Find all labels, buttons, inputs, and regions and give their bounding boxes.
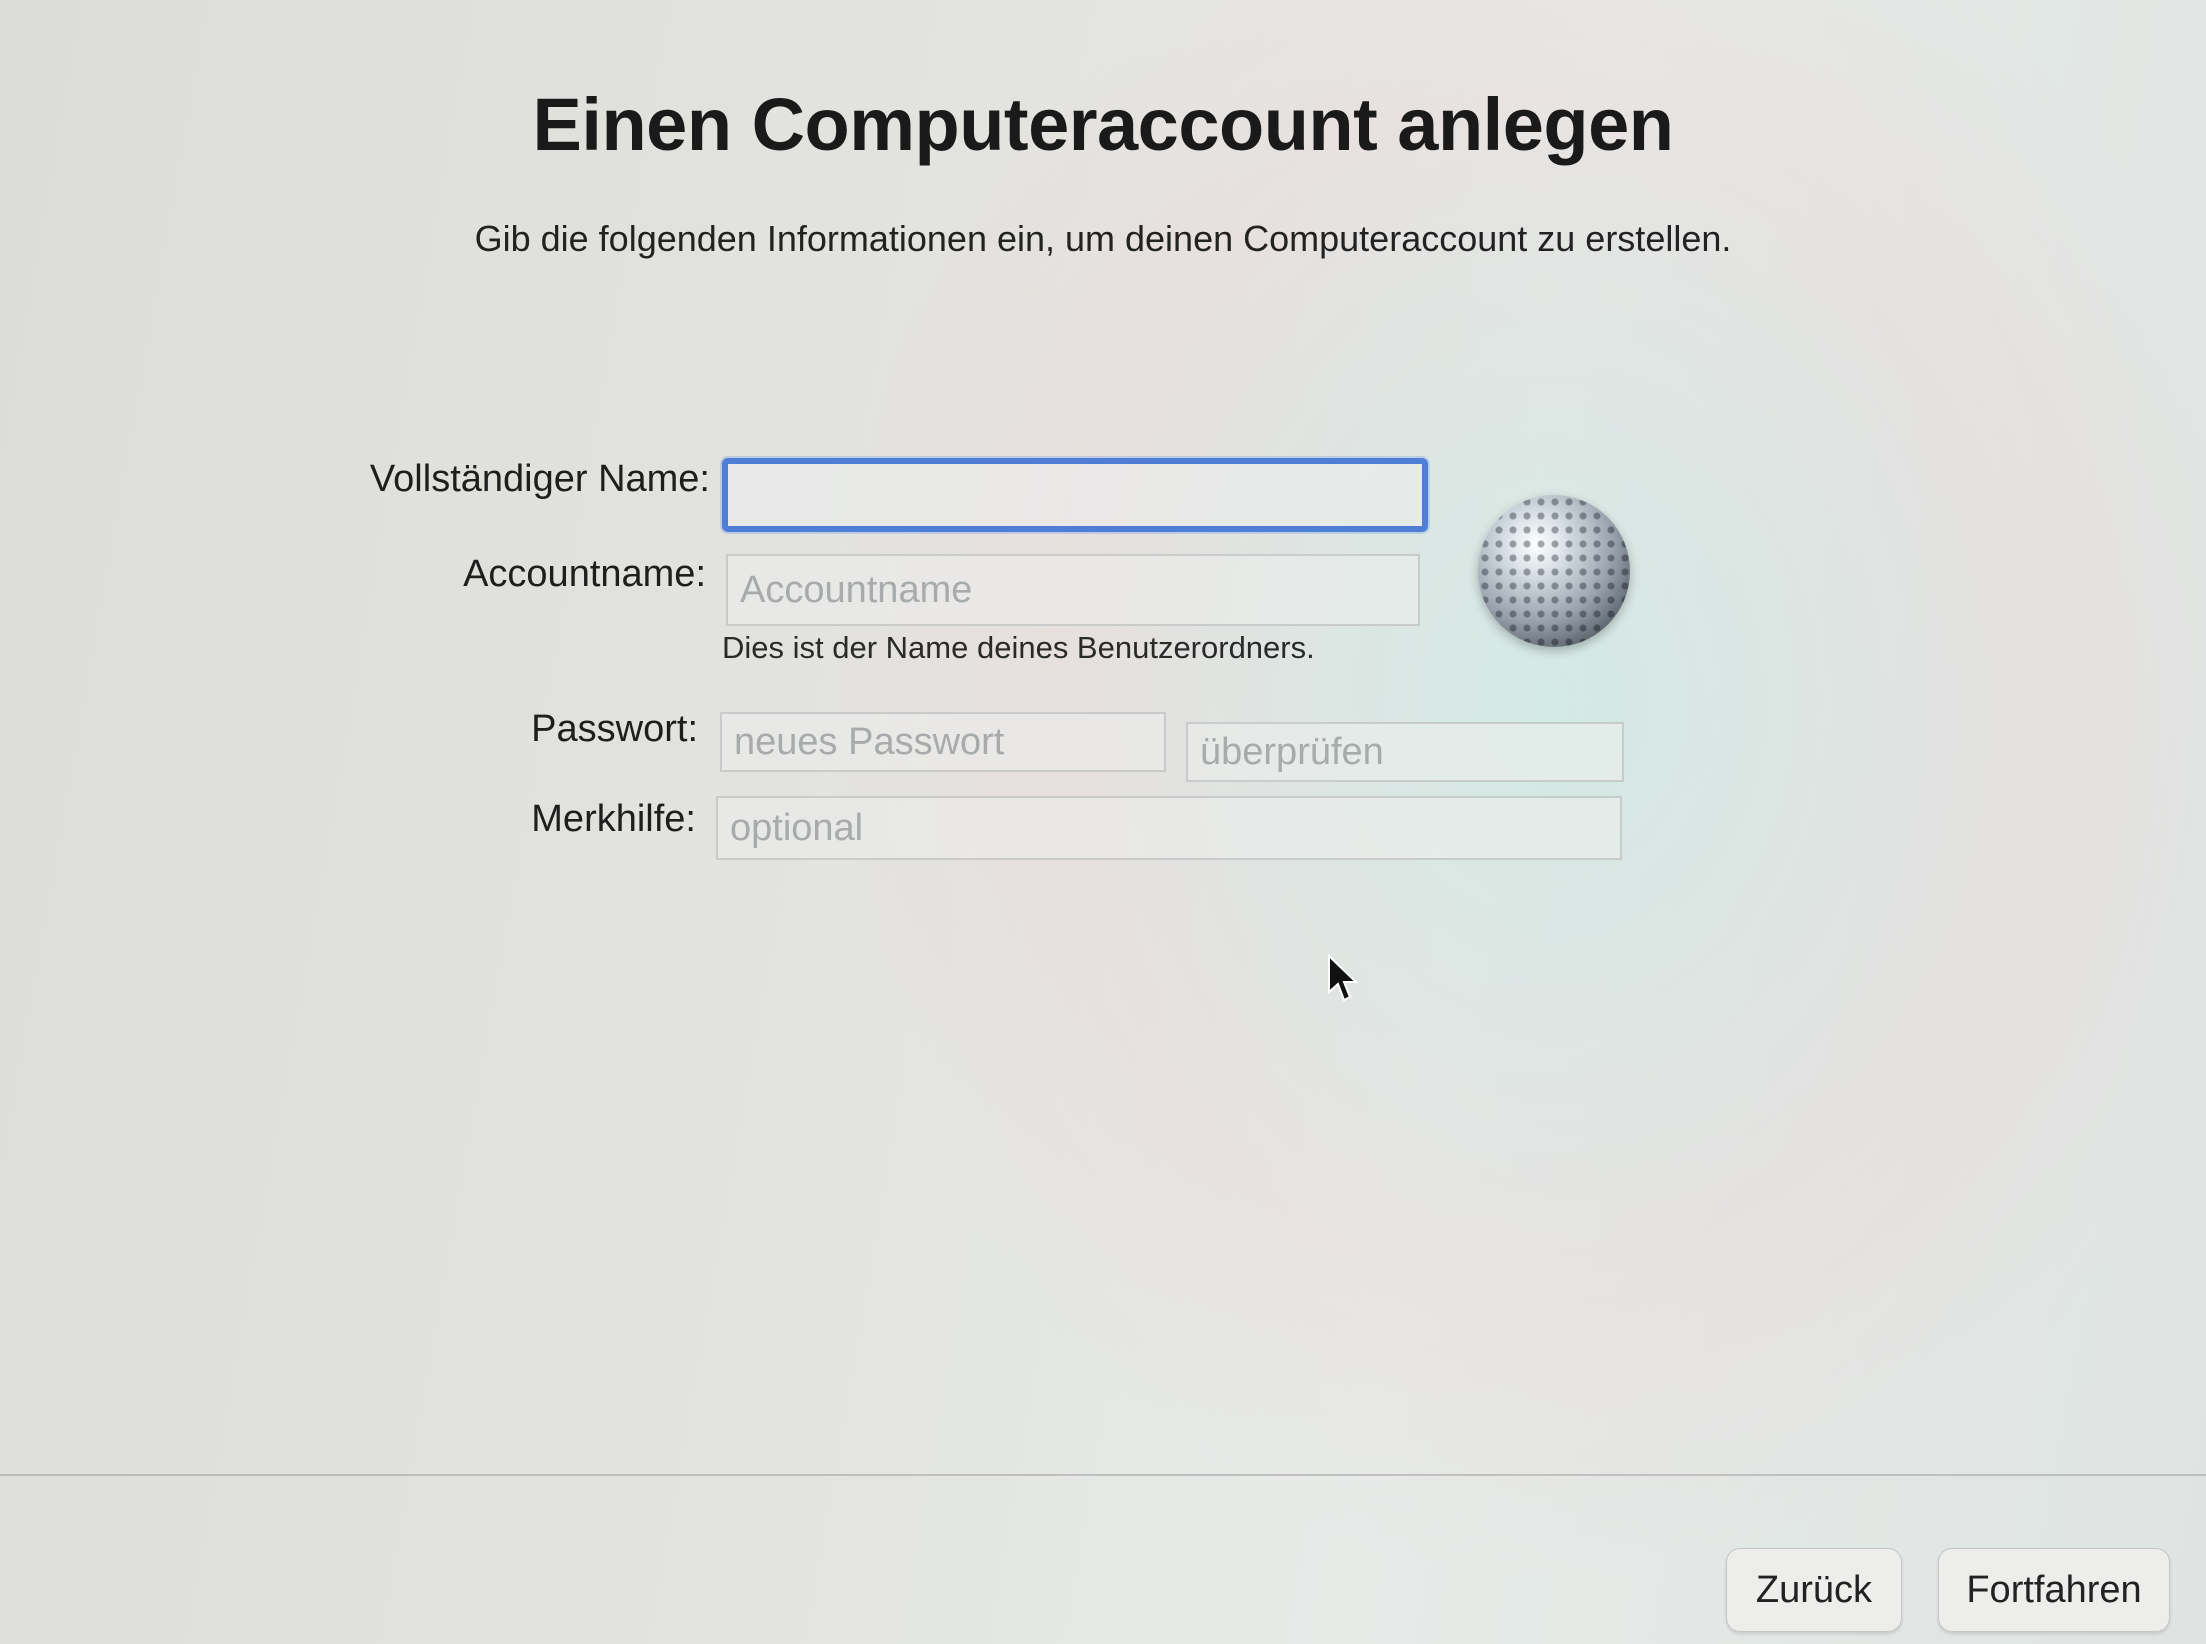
full-name-field[interactable] bbox=[722, 458, 1428, 532]
footer-divider bbox=[0, 1474, 2206, 1476]
mouse-pointer-icon bbox=[1328, 954, 1359, 1002]
password-label: Passwort: bbox=[531, 708, 698, 750]
page-title: Einen Computeraccount anlegen bbox=[532, 83, 1674, 166]
back-button[interactable]: Zurück bbox=[1726, 1548, 1902, 1632]
continue-button[interactable]: Fortfahren bbox=[1938, 1548, 2170, 1632]
password-field[interactable] bbox=[720, 712, 1166, 772]
account-name-label: Accountname: bbox=[463, 553, 706, 595]
password-hint-field[interactable] bbox=[716, 796, 1622, 860]
account-name-field[interactable] bbox=[726, 554, 1420, 626]
page-subtitle: Gib die folgenden Informationen ein, um … bbox=[474, 218, 1732, 259]
password-hint-label: Merkhilfe: bbox=[531, 798, 696, 840]
golf-ball-avatar-icon[interactable] bbox=[1478, 495, 1630, 647]
full-name-label: Vollständiger Name: bbox=[369, 458, 710, 500]
account-name-hint: Dies ist der Name deines Benutzerordners… bbox=[722, 630, 1315, 665]
password-verify-field[interactable] bbox=[1186, 722, 1624, 782]
avatar-dimples bbox=[1478, 495, 1630, 647]
